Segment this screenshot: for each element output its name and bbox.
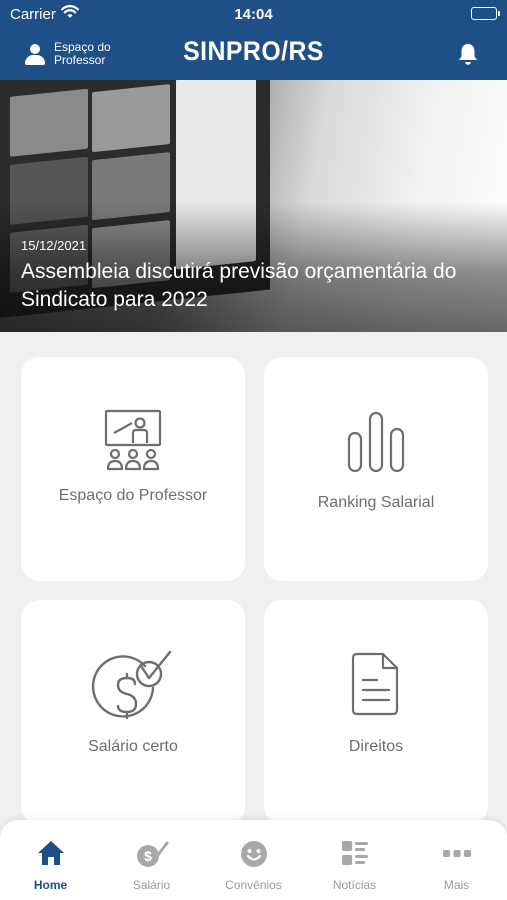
card-label: Espaço do Professor: [58, 487, 208, 504]
tab-label: Home: [33, 878, 68, 892]
app-logo: SINPRO/RS: [183, 36, 324, 66]
tab-noticias[interactable]: Notícias: [304, 820, 405, 900]
tab-label: Salário: [132, 878, 171, 892]
tab-label: Mais: [443, 878, 470, 892]
app-header: Espaço do Professor SINPRO/RS: [0, 28, 507, 80]
news-icon: [304, 840, 405, 868]
more-icon: [406, 850, 507, 878]
tab-bar: Home $ Salário Convênios Notícias Mais: [0, 820, 507, 900]
bar-chart-icon: [264, 411, 488, 473]
card-label: Ranking Salarial: [317, 494, 435, 511]
document-icon: [264, 652, 488, 716]
smiley-icon: [203, 840, 304, 868]
clock: 14:04: [234, 6, 273, 23]
news-title: Assembleia discutirá previsão orçamentár…: [21, 260, 457, 311]
tab-label: Notícias: [332, 878, 377, 892]
card-espaco-professor[interactable]: Espaço do Professor: [21, 357, 245, 581]
status-bar: Carrier 14:04: [0, 0, 507, 28]
bell-icon[interactable]: [457, 42, 479, 66]
featured-news-banner[interactable]: 15/12/2021 Assembleia discutirá previsão…: [0, 80, 507, 332]
card-salario-certo[interactable]: Salário certo: [21, 600, 245, 824]
card-direitos[interactable]: Direitos: [264, 600, 488, 824]
tab-convenios[interactable]: Convênios: [203, 820, 304, 900]
card-label: Direitos: [348, 738, 404, 755]
tab-home[interactable]: Home: [0, 820, 101, 900]
card-label: Salário certo: [88, 738, 178, 755]
dollar-check-icon: $: [101, 840, 202, 868]
teacher-board-icon: [21, 409, 245, 471]
news-date: 15/12/2021: [21, 238, 87, 253]
battery-icon: [471, 7, 500, 20]
tab-label: Convênios: [225, 878, 282, 892]
card-ranking-salarial[interactable]: Ranking Salarial: [264, 357, 488, 581]
tab-mais[interactable]: Mais: [406, 820, 507, 900]
dollar-check-icon: [21, 648, 245, 720]
svg-text:$: $: [144, 848, 152, 864]
home-icon: [0, 840, 101, 868]
tab-salario[interactable]: $ Salário: [101, 820, 202, 900]
